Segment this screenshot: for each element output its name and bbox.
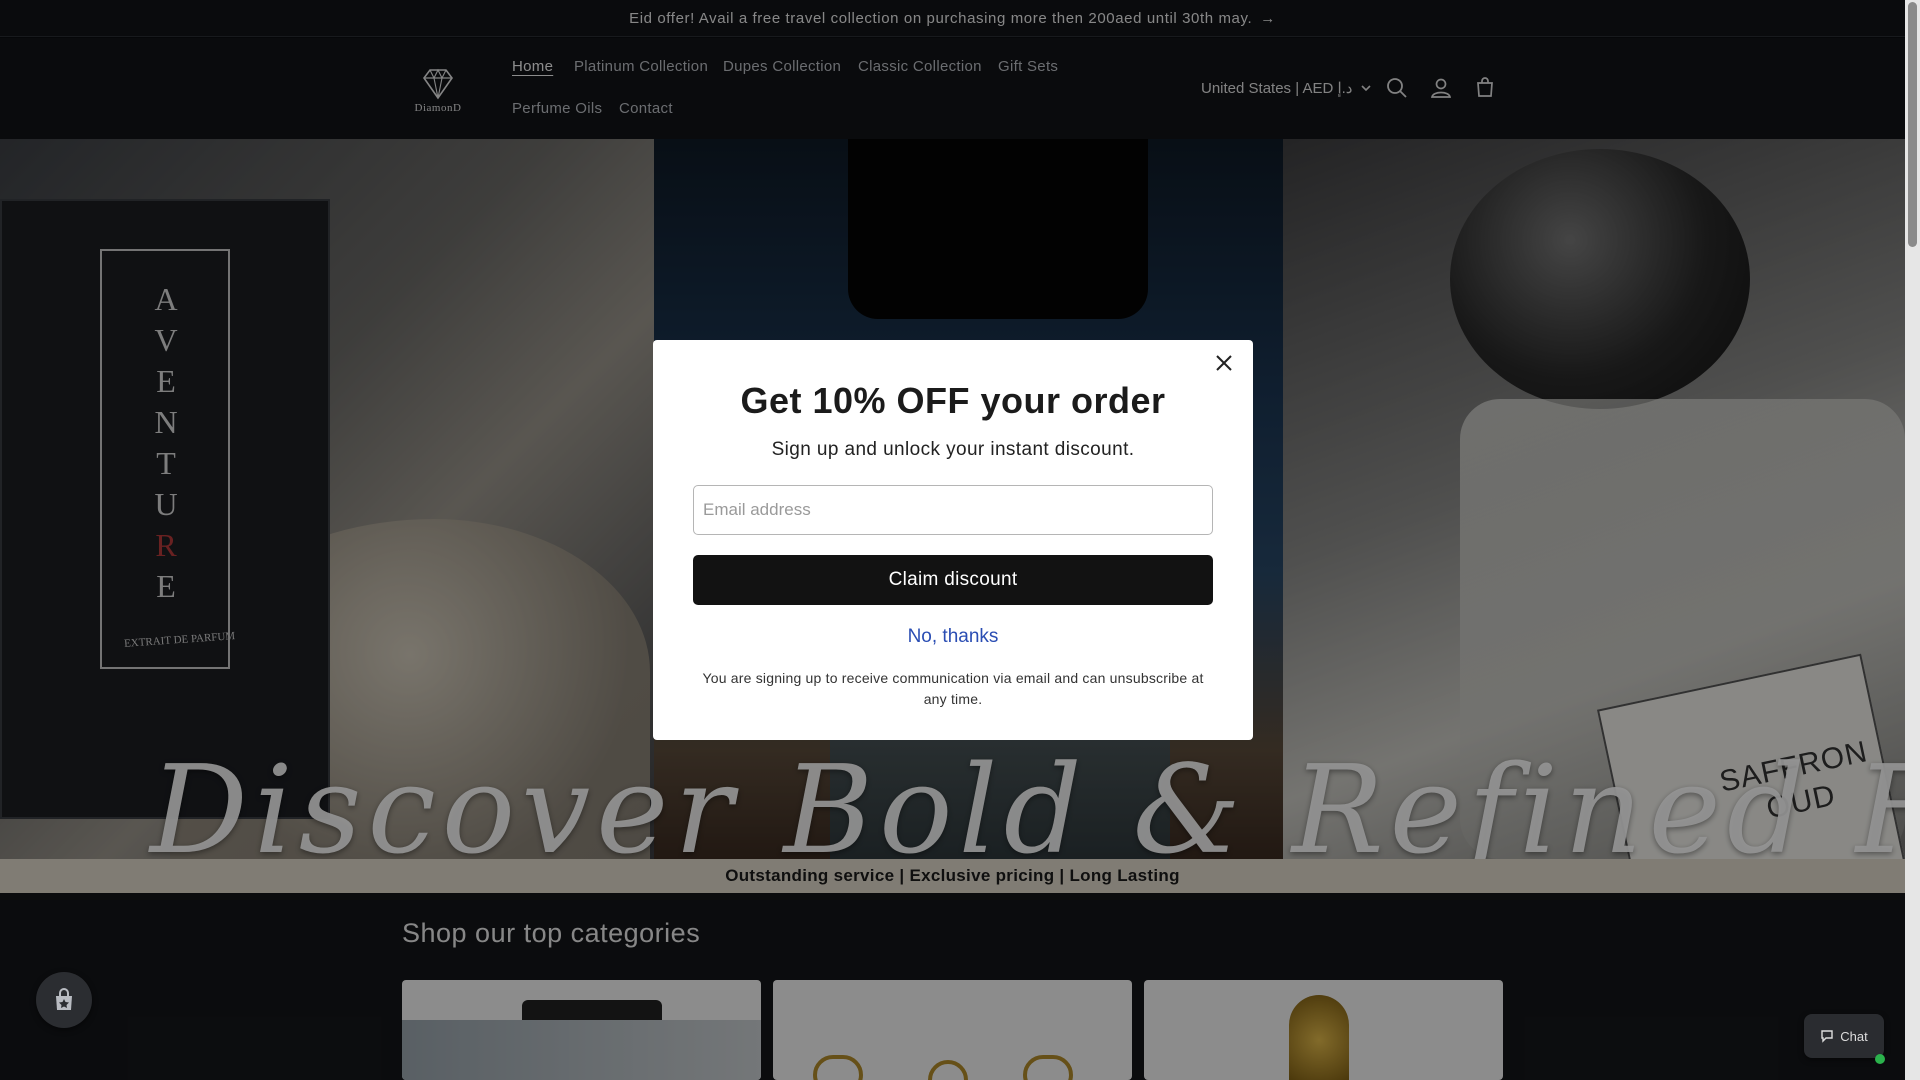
- gift-bag-icon: [56, 988, 72, 1010]
- chat-bubble-icon: [1821, 1030, 1833, 1043]
- rewards-button[interactable]: [36, 972, 92, 1028]
- no-thanks-link[interactable]: No, thanks: [653, 626, 1253, 648]
- modal-disclaimer: You are signing up to receive communicat…: [702, 670, 1204, 707]
- online-status-dot: [1875, 1054, 1885, 1064]
- modal-subtitle: Sign up and unlock your instant discount…: [771, 439, 1135, 460]
- email-field[interactable]: [693, 485, 1213, 535]
- chat-label: Chat: [1840, 1028, 1868, 1044]
- chat-button[interactable]: Chat: [1804, 1014, 1884, 1058]
- scrollbar-thumb[interactable]: [1908, 2, 1917, 247]
- modal-title: Get 10% OFF your order: [740, 380, 1166, 421]
- close-icon[interactable]: [1212, 351, 1236, 375]
- claim-discount-button[interactable]: Claim discount: [693, 555, 1213, 605]
- discount-modal: Get 10% OFF your order Sign up and unloc…: [653, 340, 1253, 740]
